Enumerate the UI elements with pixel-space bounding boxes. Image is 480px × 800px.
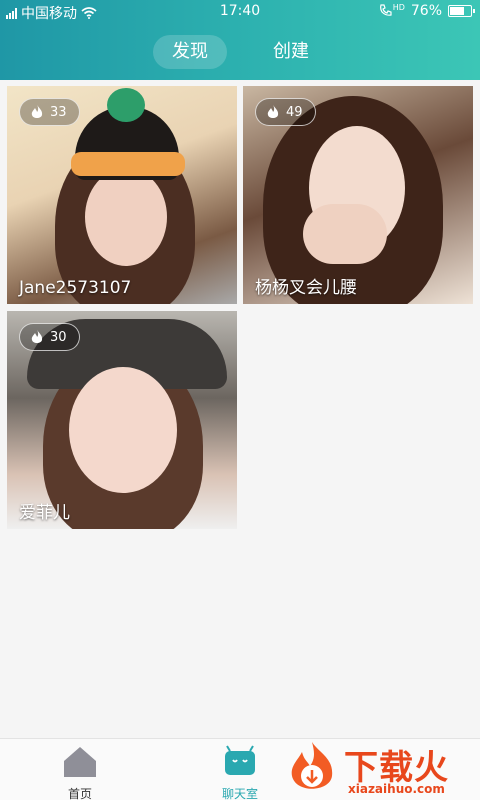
watermark-subtitle: xiazaihuo.com xyxy=(348,782,445,796)
room-name: 杨杨叉会儿腰 xyxy=(255,278,357,298)
room-card[interactable]: 33 Jane2573107 xyxy=(7,86,237,304)
portrait-face xyxy=(85,168,167,266)
nav-home-label: 首页 xyxy=(67,787,92,800)
flame-icon xyxy=(267,104,279,118)
portrait-face xyxy=(69,367,177,493)
room-card[interactable]: 49 杨杨叉会儿腰 xyxy=(243,86,473,304)
hot-badge: 30 xyxy=(19,323,80,351)
nav-home[interactable]: 首页 xyxy=(40,745,120,800)
flame-icon xyxy=(31,329,43,343)
flame-icon xyxy=(31,104,43,118)
fire-logo-icon xyxy=(291,742,333,789)
battery-percent: 76% xyxy=(410,3,442,19)
battery-icon xyxy=(448,5,475,17)
portrait-pompom xyxy=(107,88,145,122)
status-right: HD 76% xyxy=(379,2,475,19)
hot-badge: 33 xyxy=(19,98,80,126)
nav-chatroom-label: 聊天室 xyxy=(221,787,258,800)
hot-badge: 49 xyxy=(255,98,316,126)
status-bar: 中国移动 17:40 HD 76% xyxy=(0,0,480,24)
room-card[interactable]: 30 爱菲儿 xyxy=(7,311,237,529)
top-tabs: 发现 创建 xyxy=(0,35,480,71)
portrait-hand xyxy=(303,204,387,264)
tab-create[interactable]: 创建 xyxy=(254,35,328,69)
tab-discover[interactable]: 发现 xyxy=(153,35,227,69)
nav-chatroom[interactable]: 聊天室 xyxy=(200,745,280,800)
watermark-logo: 下载火 xiazaihuo.com xyxy=(282,738,480,800)
hot-count: 30 xyxy=(50,329,67,345)
app-header: 中国移动 17:40 HD 76% 发现 创建 xyxy=(0,0,480,80)
call-icon xyxy=(379,4,392,16)
battery-fill xyxy=(450,7,465,15)
room-name: Jane2573107 xyxy=(19,278,132,298)
hot-count: 49 xyxy=(286,104,303,120)
portrait-hat-brim xyxy=(71,152,185,176)
network-badge: HD xyxy=(392,2,405,12)
home-icon xyxy=(64,747,96,777)
chatroom-icon xyxy=(225,745,255,775)
hot-count: 33 xyxy=(50,104,67,120)
room-name: 爱菲儿 xyxy=(19,503,70,523)
